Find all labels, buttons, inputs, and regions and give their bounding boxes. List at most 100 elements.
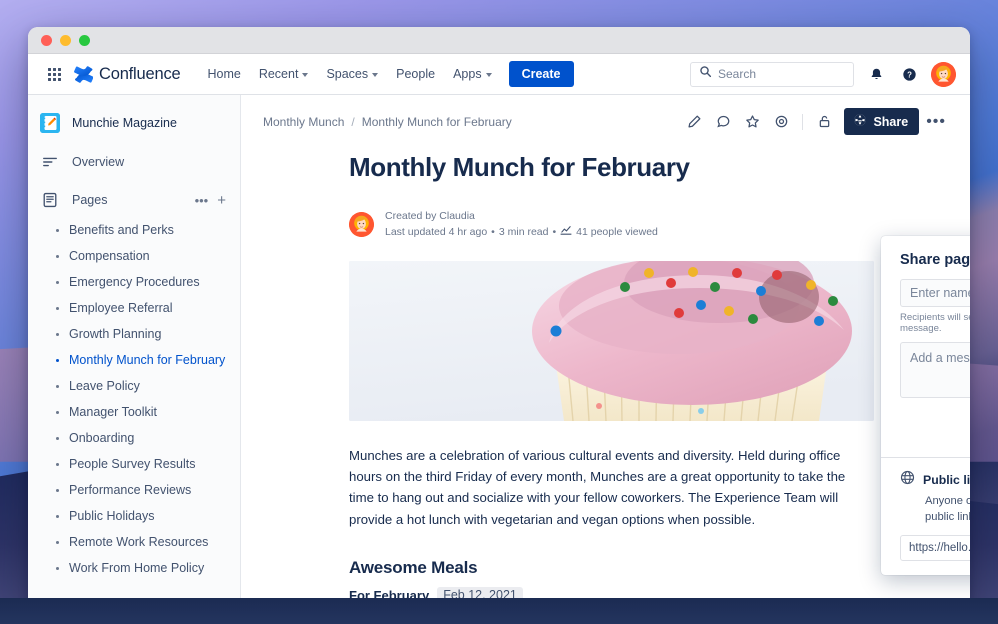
share-dialog-title: Share page	[900, 252, 970, 268]
brand-name: Confluence	[99, 64, 181, 83]
bullet-icon	[56, 280, 59, 284]
comment-icon[interactable]	[710, 109, 736, 135]
user-avatar[interactable]	[931, 61, 956, 87]
eye-icon[interactable]	[768, 109, 794, 135]
search-input[interactable]	[718, 67, 845, 81]
nav-item-apps[interactable]: Apps	[444, 61, 501, 87]
public-link-section: Public link ✓ Anyone on the internet wit…	[881, 457, 970, 575]
share-message-input[interactable]	[900, 342, 970, 398]
nav-item-home-label: Home	[207, 67, 241, 81]
share-dialog-body: Share page Recipients will see the name …	[881, 236, 970, 457]
bullet-icon	[56, 488, 59, 492]
sidebar-page-item[interactable]: Manager Toolkit	[28, 399, 240, 425]
page-content: Monthly Munch / Monthly Munch for Februa…	[241, 95, 970, 607]
sidebar-page-item[interactable]: Leave Policy	[28, 373, 240, 399]
sidebar-page-item-label: Emergency Procedures	[69, 275, 200, 289]
unlock-icon[interactable]	[811, 109, 837, 135]
sidebar-page-item[interactable]: Benefits and Perks	[28, 217, 240, 243]
sidebar-page-item-label: People Survey Results	[69, 457, 196, 471]
byline-read-time: 3 min read	[498, 226, 549, 239]
sidebar-item-overview[interactable]: Overview	[28, 147, 240, 177]
breadcrumb-current[interactable]: Monthly Munch for February	[362, 115, 512, 129]
byline-sep-2: •	[552, 226, 557, 239]
sidebar-page-item[interactable]: Remote Work Resources	[28, 529, 240, 555]
nav-item-home[interactable]: Home	[198, 61, 249, 87]
sidebar-page-item[interactable]: People Survey Results	[28, 451, 240, 477]
chevron-down-icon	[485, 72, 492, 77]
byline-views: 41 people viewed	[576, 226, 658, 239]
globe-icon	[853, 113, 867, 130]
bullet-icon	[56, 332, 59, 336]
sidebar-page-item[interactable]: Public Holidays	[28, 503, 240, 529]
sidebar-page-item[interactable]: Work From Home Policy	[28, 555, 240, 581]
byline-sep-1: •	[491, 226, 495, 239]
public-link-title: Public link	[923, 473, 970, 487]
minimize-window-button[interactable]	[60, 34, 71, 46]
chart-icon[interactable]	[560, 224, 572, 240]
public-link-description: Anyone on the internet with the public l…	[900, 493, 970, 525]
space-header[interactable]: Munchie Magazine	[28, 107, 240, 139]
notifications-bell-icon[interactable]	[865, 63, 887, 85]
maximize-window-button[interactable]	[79, 34, 90, 46]
app-switcher-icon[interactable]	[42, 62, 66, 86]
bullet-icon	[56, 566, 59, 570]
bullet-icon	[56, 410, 59, 414]
sidebar-page-item-label: Monthly Munch for February	[69, 353, 226, 367]
intro-paragraph: Munches are a celebration of various cul…	[349, 447, 846, 527]
cupcake-photo	[349, 260, 874, 421]
close-window-button[interactable]	[41, 34, 52, 46]
public-link-header: Public link ✓	[900, 470, 970, 490]
pages-more-button[interactable]: •••	[195, 194, 209, 207]
share-recipient-hint: Recipients will see the name of the page…	[900, 312, 970, 334]
sidebar-item-pages-label: Pages	[72, 193, 108, 207]
author-avatar[interactable]	[349, 211, 374, 237]
nav-item-recent[interactable]: Recent	[250, 61, 318, 87]
sidebar-item-pages[interactable]: Pages ••• +	[28, 185, 240, 215]
nav-item-people[interactable]: People	[387, 61, 444, 87]
bullet-icon	[56, 254, 59, 258]
sidebar-item-overview-label: Overview	[72, 155, 125, 169]
sidebar-page-item[interactable]: Emergency Procedures	[28, 269, 240, 295]
byline: Created by Claudia Last updated 4 hr ago…	[349, 208, 970, 241]
help-icon[interactable]: ?	[898, 63, 920, 85]
chevron-down-icon	[372, 72, 379, 77]
share-recipient-input[interactable]	[900, 279, 970, 307]
page-tree: Benefits and Perks Compensation Emergency …	[28, 217, 240, 581]
sidebar-page-item[interactable]: Compensation	[28, 243, 240, 269]
sidebar-page-item-label: Onboarding	[69, 431, 135, 445]
star-icon[interactable]	[739, 109, 765, 135]
create-button[interactable]: Create	[508, 61, 574, 87]
sidebar-page-item-label: Growth Planning	[69, 327, 162, 341]
global-nav-right: ?	[690, 61, 956, 87]
sidebar-page-item[interactable]: Onboarding	[28, 425, 240, 451]
pages-actions: ••• +	[195, 193, 226, 208]
search-icon	[699, 65, 712, 83]
bottom-overlay-band	[0, 598, 998, 624]
search-box[interactable]	[690, 61, 854, 87]
pages-add-button[interactable]: +	[217, 193, 226, 208]
public-link-row: Copy public link	[900, 535, 970, 562]
section-heading-awesome-meals: Awesome Meals	[349, 558, 478, 578]
pencil-icon[interactable]	[681, 109, 707, 135]
share-button-label: Share	[873, 114, 909, 129]
byline-text: Created by Claudia Last updated 4 hr ago…	[385, 208, 658, 241]
pages-icon	[40, 192, 60, 208]
bullet-icon	[56, 228, 59, 232]
sidebar-page-item-label: Benefits and Perks	[69, 223, 174, 237]
sidebar-page-item-label: Employee Referral	[69, 301, 173, 315]
article: Monthly Munch for February Created by Cl…	[241, 135, 970, 607]
byline-last-updated: Last updated 4 hr ago	[385, 226, 488, 239]
sidebar-page-item[interactable]: Employee Referral	[28, 295, 240, 321]
sidebar-page-item[interactable]: Growth Planning	[28, 321, 240, 347]
public-link-url-input[interactable]	[900, 535, 970, 562]
sidebar-page-item-label: Work From Home Policy	[69, 561, 205, 575]
confluence-home-link[interactable]: Confluence	[74, 64, 181, 84]
page-title: Monthly Munch for February	[349, 152, 690, 182]
share-button[interactable]: Share	[844, 108, 920, 135]
nav-item-spaces[interactable]: Spaces	[317, 61, 387, 87]
sidebar-page-item[interactable]: Performance Reviews	[28, 477, 240, 503]
breadcrumb-parent[interactable]: Monthly Munch	[263, 115, 344, 129]
sidebar-page-item[interactable]: Monthly Munch for February	[28, 347, 240, 373]
page-more-button[interactable]: •••	[922, 113, 950, 131]
sidebar-page-item-label: Leave Policy	[69, 379, 140, 393]
